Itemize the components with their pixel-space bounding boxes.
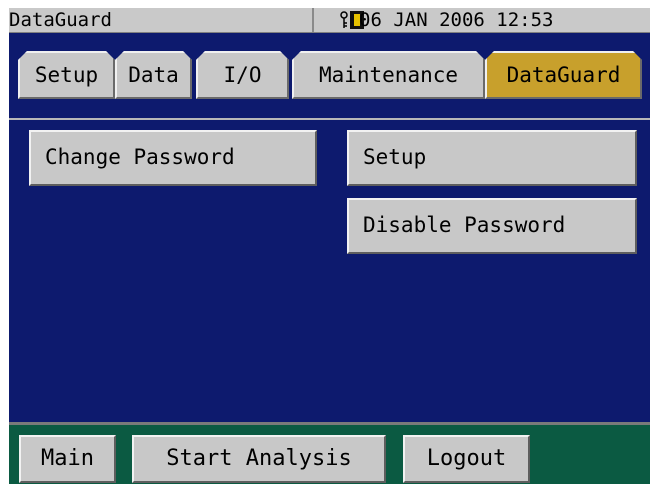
tab-strip: Setup Data I/O Maintenance DataGuard [9,33,650,120]
tab-maintenance[interactable]: Maintenance [292,51,485,99]
start-analysis-button[interactable]: Start Analysis [132,435,386,483]
tab-underline [9,118,650,120]
tab-dataguard[interactable]: DataGuard [485,51,642,99]
datetime-display: 06 JAN 2006 12:53 [359,9,554,31]
disable-password-button[interactable]: Disable Password [347,198,637,254]
tab-setup[interactable]: Setup [18,51,115,99]
logout-button[interactable]: Logout [403,435,530,483]
setup-button[interactable]: Setup [347,130,637,186]
key-icon [340,11,348,28]
title-bar: DataGuard 06 JAN 2006 12:53 [9,8,650,33]
device-screen: DataGuard 06 JAN 2006 12:53 Setup Data I… [9,8,650,484]
main-button[interactable]: Main [19,435,116,483]
title-separator [312,8,314,32]
tab-io[interactable]: I/O [196,51,289,99]
tab-data[interactable]: Data [115,51,192,99]
bottom-bar: Main Start Analysis Logout [9,422,650,484]
app-title: DataGuard [9,9,112,31]
change-password-button[interactable]: Change Password [29,130,317,186]
